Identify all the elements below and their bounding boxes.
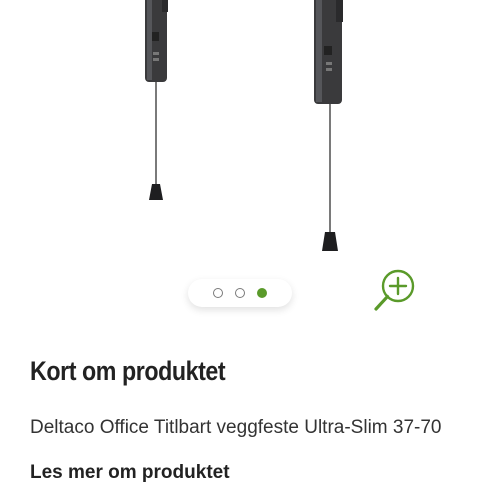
carousel-dot-2[interactable] <box>235 288 245 298</box>
zoom-button[interactable] <box>372 268 418 314</box>
carousel-dot-1[interactable] <box>213 288 223 298</box>
product-gallery[interactable] <box>0 0 480 320</box>
product-name: Deltaco Office Titlbart veggfeste Ultra-… <box>30 417 442 438</box>
carousel-dot-3[interactable] <box>257 288 267 298</box>
section-title: Kort om produktet <box>30 356 226 386</box>
read-more-link[interactable]: Les mer om produktet <box>30 462 230 484</box>
tv-wall-mount-image <box>145 0 343 251</box>
carousel-pagination <box>188 279 292 307</box>
zoom-in-icon <box>374 269 415 311</box>
